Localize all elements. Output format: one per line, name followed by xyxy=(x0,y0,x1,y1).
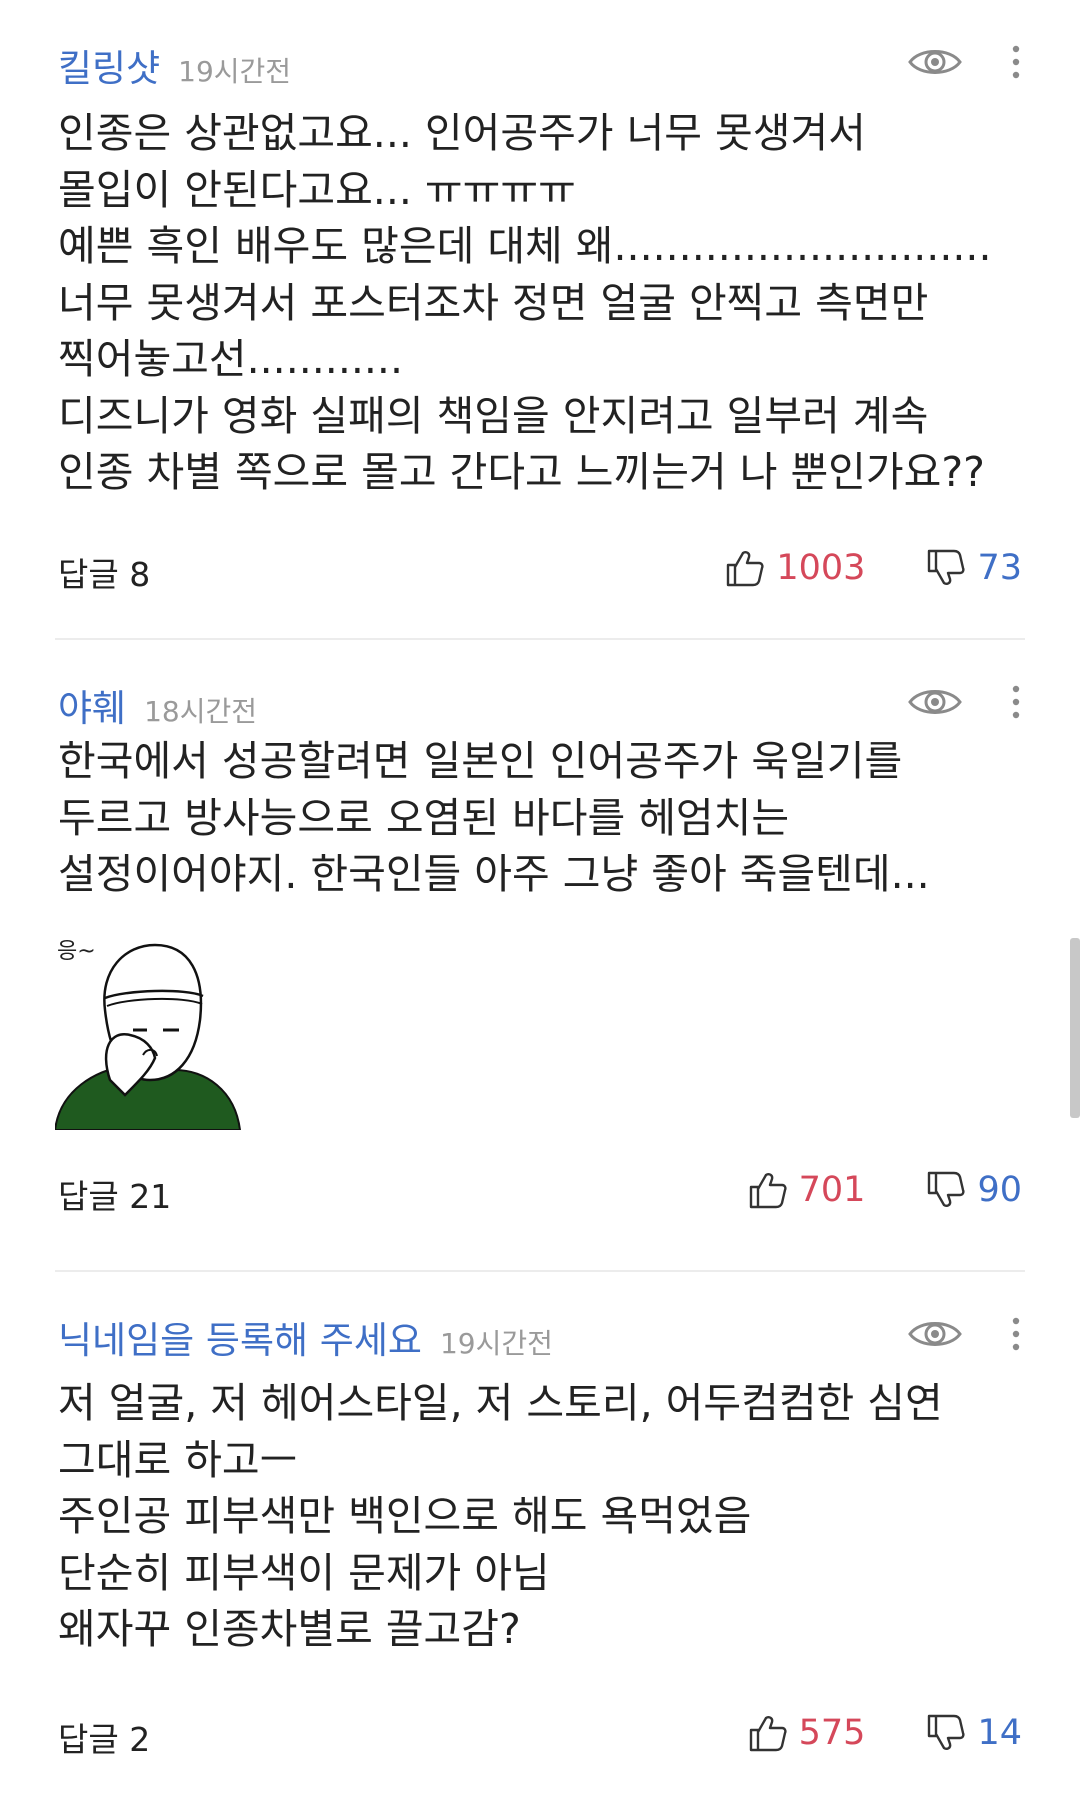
vote-group: 701 90 xyxy=(687,1166,1022,1214)
comment-nickname[interactable]: 야훼 xyxy=(58,678,126,732)
thumbs-up-icon xyxy=(749,1716,787,1752)
comment-header: 킬링샷 19시간전 xyxy=(58,38,292,90)
comment-footer: 답글 8 1003 73 xyxy=(58,544,1022,594)
vote-group: 575 14 xyxy=(687,1709,1022,1757)
comment-text: 저 얼굴, 저 헤어스타일, 저 스토리, 어두컴컴한 심연 그대로 하고ㅡ 주… xyxy=(58,1379,943,1653)
more-vertical-icon[interactable] xyxy=(1010,684,1022,720)
like-count: 1003 xyxy=(776,548,866,588)
like-button[interactable]: 575 xyxy=(747,1712,866,1754)
eye-icon[interactable] xyxy=(908,1316,962,1352)
vote-group: 1003 73 xyxy=(664,544,1022,592)
dislike-count: 90 xyxy=(977,1170,1022,1210)
thumbs-down-icon xyxy=(928,1171,966,1207)
comment-item: 킬링샷 19시간전 인종은 상관없고요... 인어공주가 너무 못생겨서 몰입이… xyxy=(0,0,1080,640)
reply-button[interactable]: 답글 21 xyxy=(58,1170,171,1218)
like-button[interactable]: 1003 xyxy=(724,547,865,589)
dislike-count: 73 xyxy=(977,548,1022,588)
dislike-button[interactable]: 73 xyxy=(925,547,1022,589)
more-vertical-icon[interactable] xyxy=(1010,1316,1022,1352)
comment-header: 야훼 18시간전 xyxy=(58,678,258,730)
comment-time: 19시간전 xyxy=(439,1327,553,1360)
like-count: 575 xyxy=(798,1713,866,1753)
comment-time: 18시간전 xyxy=(144,695,258,728)
comment-text: 한국에서 성공할려면 일본인 인어공주가 욱일기를 두르고 방사능으로 오염된 … xyxy=(58,737,930,898)
dislike-button[interactable]: 90 xyxy=(925,1169,1022,1211)
eye-icon[interactable] xyxy=(908,684,962,720)
dislike-button[interactable]: 14 xyxy=(925,1712,1022,1754)
comment-nickname[interactable]: 닉네임을 등록해 주세요 xyxy=(58,1310,422,1364)
comment-time: 19시간전 xyxy=(178,55,292,88)
comment-item: 닉네임을 등록해 주세요 19시간전 저 얼굴, 저 헤어스타일, 저 스토리,… xyxy=(0,1272,1080,1797)
scrollbar-thumb[interactable] xyxy=(1070,938,1080,1118)
comment-list: 킬링샷 19시간전 인종은 상관없고요... 인어공주가 너무 못생겨서 몰입이… xyxy=(0,0,1080,1797)
reply-button[interactable]: 답글 8 xyxy=(58,548,150,596)
thumbs-up-icon xyxy=(749,1173,787,1209)
comment-footer: 답글 21 701 90 xyxy=(58,1166,1022,1216)
thumbs-down-icon xyxy=(928,1714,966,1750)
reply-button[interactable]: 답글 2 xyxy=(58,1713,150,1761)
comment-text: 인종은 상관없고요... 인어공주가 너무 못생겨서 몰입이 안된다고요... … xyxy=(58,109,992,496)
like-button[interactable]: 701 xyxy=(747,1169,866,1211)
comment-footer: 답글 2 575 14 xyxy=(58,1709,1022,1759)
comment-nickname[interactable]: 킬링샷 xyxy=(58,38,160,92)
sticker-caption: 응~ xyxy=(57,939,96,964)
thumbs-up-icon xyxy=(727,551,764,587)
eye-icon[interactable] xyxy=(908,44,962,80)
more-vertical-icon[interactable] xyxy=(1010,44,1022,80)
comment-header: 닉네임을 등록해 주세요 19시간전 xyxy=(58,1310,553,1362)
dislike-count: 14 xyxy=(977,1713,1022,1753)
thumbs-down-icon xyxy=(928,549,966,585)
like-count: 701 xyxy=(798,1170,866,1210)
sticker-image: 응~ xyxy=(55,939,242,1130)
